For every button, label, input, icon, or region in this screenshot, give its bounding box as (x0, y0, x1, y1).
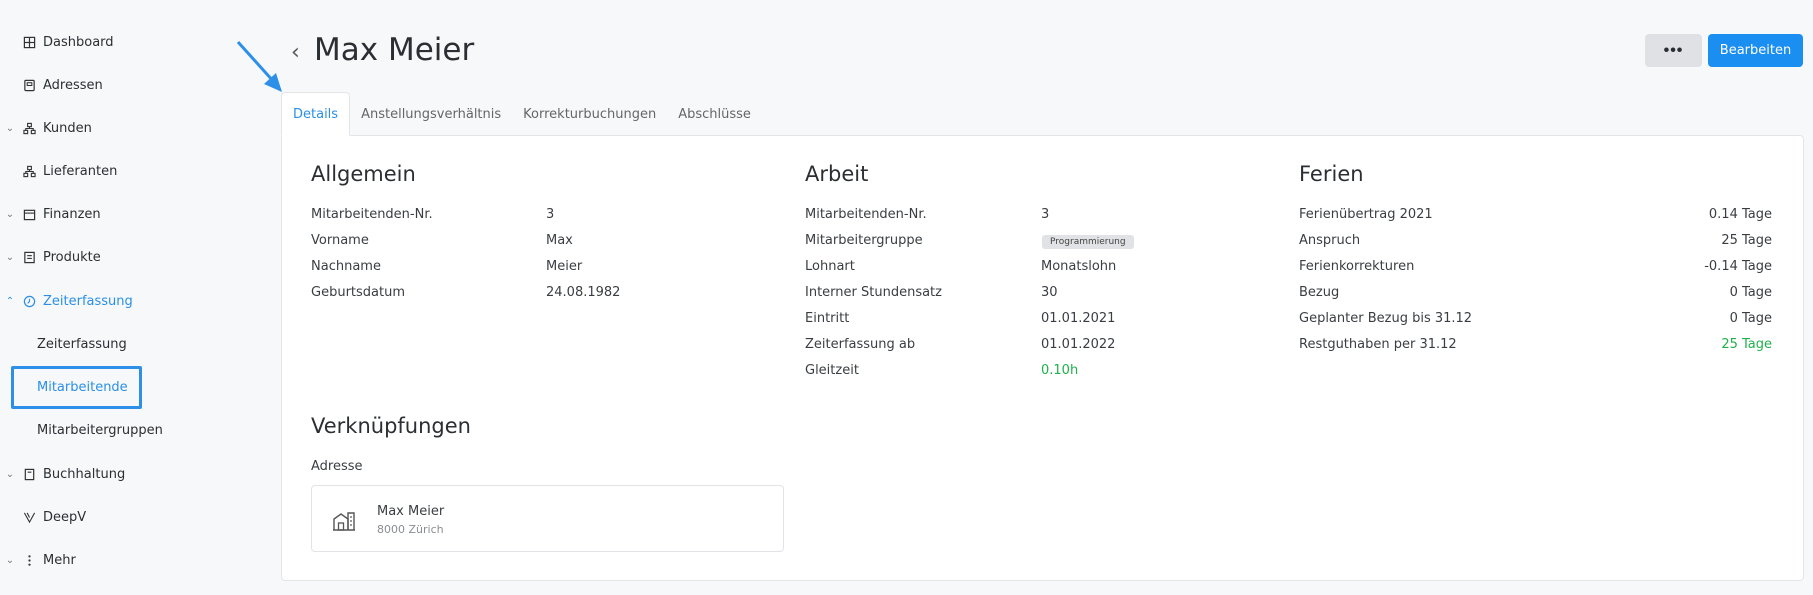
sidebar-item-label: Lieferanten (43, 163, 118, 179)
field-label: Bezug (1299, 285, 1340, 300)
building-icon (333, 512, 355, 531)
org-chart-icon (22, 121, 36, 135)
grid-icon (22, 35, 36, 49)
sidebar-item-label: Buchhaltung (43, 466, 126, 482)
section-title-ferien: Ferien (1299, 162, 1364, 186)
annotation-arrow-icon (236, 40, 282, 92)
field-label: Interner Stundensatz (805, 285, 942, 300)
field-value: 0 Tage (1729, 285, 1772, 300)
more-button[interactable]: ••• (1645, 34, 1702, 67)
field-value-positive: 25 Tage (1721, 337, 1772, 352)
field-label: Lohnart (805, 259, 855, 274)
chevron-down-icon: ⌄ (5, 468, 15, 480)
box-icon (22, 250, 36, 264)
sidebar-item-label: Finanzen (43, 206, 101, 222)
sidebar-item-label: Kunden (43, 120, 92, 136)
page-title: Max Meier (314, 32, 475, 68)
field-label: Mitarbeitenden-Nr. (805, 207, 927, 222)
sidebar-item-adressen[interactable]: Adressen (0, 73, 103, 97)
ledger-icon (22, 467, 36, 481)
chevron-down-icon: ⌄ (5, 251, 15, 263)
address-link-card[interactable]: Max Meier 8000 Zürich (311, 485, 784, 552)
sidebar-item-label: Zeiterfassung (43, 293, 133, 309)
field-value-positive: 0.10h (1041, 363, 1079, 378)
more-vertical-icon (22, 553, 36, 567)
field-label: Restguthaben per 31.12 (1299, 337, 1457, 352)
chevron-down-icon: ⌄ (5, 554, 15, 566)
linked-address-name: Max Meier (377, 504, 445, 519)
field-value: Max (546, 233, 573, 248)
org-chart-icon (22, 164, 36, 178)
tab-abschluesse[interactable]: Abschlüsse (667, 92, 762, 136)
sidebar-item-label: Mehr (43, 552, 76, 568)
group-badge: Programmierung (1042, 235, 1134, 249)
sidebar-item-lieferanten[interactable]: Lieferanten (0, 159, 117, 183)
sidebar: Dashboard Adressen ⌄ Kunden Lieferanten … (0, 0, 260, 595)
field-label: Ferienkorrekturen (1299, 259, 1415, 274)
sidebar-item-kunden[interactable]: ⌄ Kunden (0, 116, 92, 140)
sidebar-item-label: DeepV (43, 509, 87, 525)
chevron-up-icon: ⌃ (5, 295, 15, 307)
highlight-box (11, 366, 142, 409)
field-label: Eintritt (805, 311, 850, 326)
linked-address-city: 8000 Zürich (377, 523, 444, 536)
field-value: 0 Tage (1729, 311, 1772, 326)
sidebar-item-label: Produkte (43, 249, 101, 265)
field-value: 25 Tage (1721, 233, 1772, 248)
edit-button[interactable]: Bearbeiten (1708, 34, 1803, 67)
field-label: Gleitzeit (805, 363, 859, 378)
section-title-verknuepfungen: Verknüpfungen (311, 414, 471, 438)
field-value: Monatslohn (1041, 259, 1117, 274)
field-label: Nachname (311, 259, 381, 274)
sidebar-item-mehr[interactable]: ⌄ Mehr (0, 548, 76, 572)
deepv-icon (22, 510, 36, 524)
sidebar-subitem-mitarbeitergruppen[interactable]: Mitarbeitergruppen (37, 420, 163, 440)
field-label: Ferienübertrag 2021 (1299, 207, 1433, 222)
field-label: Zeiterfassung ab (805, 337, 916, 352)
field-value: 3 (1041, 207, 1050, 222)
back-chevron-icon[interactable]: ‹ (291, 40, 300, 65)
sidebar-item-buchhaltung[interactable]: ⌄ Buchhaltung (0, 462, 125, 486)
field-label: Mitarbeitenden-Nr. (311, 207, 433, 222)
sidebar-item-finanzen[interactable]: ⌄ Finanzen (0, 202, 101, 226)
sidebar-item-label: Adressen (43, 77, 103, 93)
calendar-icon (22, 207, 36, 221)
field-label-adresse: Adresse (311, 459, 363, 474)
tab-bar: Details Anstellungsverhältnis Korrekturb… (281, 92, 762, 136)
sidebar-subitem-zeiterfassung[interactable]: Zeiterfassung (37, 334, 127, 354)
tab-korrekturbuchungen[interactable]: Korrekturbuchungen (512, 92, 667, 136)
field-label: Mitarbeitergruppe (805, 233, 923, 248)
field-label: Vorname (311, 233, 369, 248)
sidebar-item-produkte[interactable]: ⌄ Produkte (0, 245, 101, 269)
field-value: 0.14 Tage (1708, 207, 1772, 222)
clock-icon (22, 294, 36, 308)
tab-anstellungsverhaeltnis[interactable]: Anstellungsverhältnis (350, 92, 512, 136)
field-value: Meier (546, 259, 583, 274)
section-title-arbeit: Arbeit (805, 162, 869, 186)
sidebar-item-label: Dashboard (43, 34, 114, 50)
field-value: 3 (546, 207, 555, 222)
sidebar-item-dashboard[interactable]: Dashboard (0, 30, 114, 54)
field-value: 24.08.1982 (546, 285, 621, 300)
chevron-down-icon: ⌄ (5, 208, 15, 220)
field-value: 30 (1041, 285, 1058, 300)
field-label: Anspruch (1299, 233, 1361, 248)
field-label: Geburtsdatum (311, 285, 405, 300)
field-value: 01.01.2021 (1041, 311, 1116, 326)
address-book-icon (22, 78, 36, 92)
sidebar-item-deepv[interactable]: DeepV (0, 505, 86, 529)
field-value: -0.14 Tage (1704, 259, 1772, 274)
field-label: Geplanter Bezug bis 31.12 (1299, 311, 1473, 326)
tab-details[interactable]: Details (281, 92, 351, 136)
sidebar-item-zeiterfassung[interactable]: ⌃ Zeiterfassung (0, 289, 133, 313)
chevron-down-icon: ⌄ (5, 122, 15, 134)
field-value: 01.01.2022 (1041, 337, 1116, 352)
section-title-allgemein: Allgemein (311, 162, 416, 186)
